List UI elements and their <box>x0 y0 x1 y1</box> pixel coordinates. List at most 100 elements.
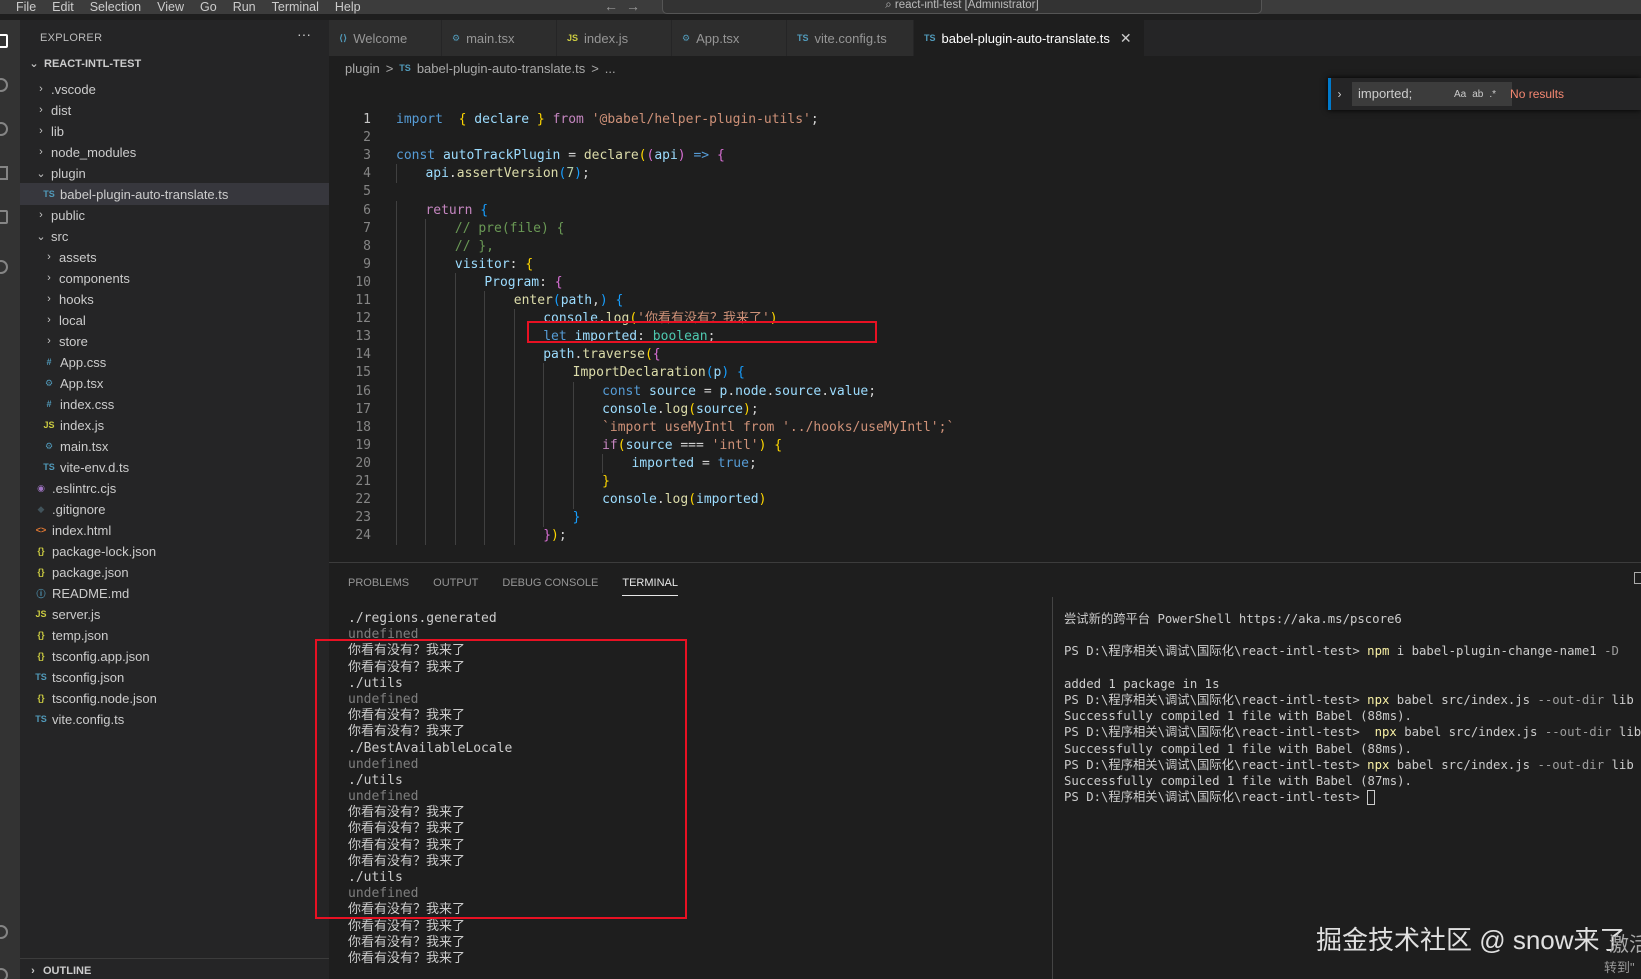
panel-tab-problems[interactable]: PROBLEMS <box>348 577 409 596</box>
find-option-toggle[interactable]: .* <box>1489 89 1496 100</box>
outline-section[interactable]: › OUTLINE <box>20 958 329 979</box>
breadcrumb-separator: > <box>385 60 394 76</box>
panel-tab-debug-console[interactable]: DEBUG CONSOLE <box>502 577 598 596</box>
file-type-icon: JS <box>43 420 55 430</box>
file-item[interactable]: <> index.html <box>20 519 329 541</box>
file-item[interactable]: ⚙ App.tsx <box>20 372 329 394</box>
file-item[interactable]: {} tsconfig.app.json <box>20 645 329 667</box>
workspace-root-label: REACT-INTL-TEST <box>44 58 142 70</box>
extensions-icon[interactable] <box>0 210 8 224</box>
tree-item-label: dist <box>51 102 72 118</box>
line-number: 3 <box>363 148 371 164</box>
file-item[interactable]: {} package.json <box>20 561 329 583</box>
line-number: 19 <box>355 437 371 453</box>
file-item[interactable]: ⓘ README.md <box>20 582 329 604</box>
file-item[interactable]: TS babel-plugin-auto-translate.ts <box>20 183 329 205</box>
terminal-line: 你看有没有？我来了 <box>348 950 466 966</box>
indent-guide <box>396 435 397 455</box>
file-item[interactable]: # App.css <box>20 351 329 373</box>
file-item[interactable]: JS server.js <box>20 603 329 625</box>
code-token: const <box>602 383 642 399</box>
activity-bar <box>0 20 20 979</box>
panel-tab-terminal[interactable]: TERMINAL <box>622 577 678 596</box>
file-item[interactable]: ◆ .gitignore <box>20 498 329 520</box>
panel-layout-icon[interactable] <box>1634 572 1641 584</box>
folder-item[interactable]: › node_modules <box>20 141 329 163</box>
code-line: 24}); <box>329 526 1641 546</box>
chevron-right-icon[interactable]: › <box>1328 78 1348 110</box>
file-item[interactable]: # index.css <box>20 393 329 415</box>
code-token: => <box>693 148 710 164</box>
code-token: ) <box>742 401 751 417</box>
file-item[interactable]: TS vite.config.ts <box>20 708 329 730</box>
terminal-output-right[interactable]: 尝试新的跨平台 PowerShell https://aka.ms/pscore… <box>1064 611 1641 806</box>
folder-item[interactable]: ⌄ src <box>20 225 329 247</box>
editor-tab[interactable]: JS index.js <box>557 20 672 56</box>
breadcrumb-item[interactable]: TS <box>399 63 411 73</box>
workspace-root[interactable]: ⌄ REACT-INTL-TEST <box>27 57 141 70</box>
folder-item[interactable]: › dist <box>20 99 329 121</box>
nav-arrows[interactable]: ←→ <box>604 0 648 14</box>
close-icon[interactable]: ✕ <box>1120 30 1132 47</box>
file-item[interactable]: JS index.js <box>20 414 329 436</box>
folder-item[interactable]: › lib <box>20 120 329 142</box>
more-actions-icon[interactable]: ··· <box>297 26 311 42</box>
activation-watermark-sub: 转到" <box>1604 960 1635 975</box>
file-item[interactable]: {} tsconfig.node.json <box>20 687 329 709</box>
account-icon[interactable] <box>0 925 8 939</box>
indent-guide <box>513 453 515 473</box>
folder-item[interactable]: › public <box>20 204 329 226</box>
code-token: ( <box>705 365 714 381</box>
editor-tab[interactable]: ⚙ main.tsx <box>442 20 557 56</box>
source-control-icon[interactable] <box>0 122 8 136</box>
menu-file[interactable]: File <box>0 1 44 14</box>
find-option-toggle[interactable]: ab <box>1472 89 1483 100</box>
file-item[interactable]: {} package-lock.json <box>20 540 329 562</box>
tab-label: vite.config.ts <box>814 30 887 46</box>
indent-guide <box>543 490 545 510</box>
run-debug-icon[interactable] <box>0 166 8 180</box>
editor-tab[interactable]: TS vite.config.ts <box>787 20 914 56</box>
menu-selection[interactable]: Selection <box>82 1 149 14</box>
breadcrumb-item[interactable]: ... <box>605 61 616 76</box>
code-token: ) <box>599 293 608 308</box>
folder-item[interactable]: ⌄ plugin <box>20 162 329 184</box>
chevron-right-icon: › <box>39 146 43 158</box>
file-item[interactable]: TS vite-env.d.ts <box>20 456 329 478</box>
explorer-icon[interactable] <box>0 34 8 48</box>
find-option-toggle[interactable]: Aa <box>1454 89 1466 100</box>
folder-item[interactable]: › assets <box>20 246 329 268</box>
menu-run[interactable]: Run <box>225 1 264 14</box>
search-icon[interactable] <box>0 78 8 92</box>
settings-gear-icon[interactable] <box>0 968 8 979</box>
editor-tab[interactable]: TS babel-plugin-auto-translate.ts ✕ <box>914 20 1145 56</box>
remote-icon[interactable] <box>0 260 8 274</box>
code-content: enter(path,) { <box>514 291 624 310</box>
menu-go[interactable]: Go <box>192 1 225 14</box>
command-center[interactable]: ⌕ react-intl-test [Administrator] <box>662 0 1262 14</box>
code-editor[interactable]: 1 import { declare } from '@babel/helper-… <box>329 110 1641 562</box>
file-item[interactable]: ◉ .eslintrc.cjs <box>20 477 329 499</box>
editor-tab[interactable]: ⚙ App.tsx <box>672 20 787 56</box>
menu-help[interactable]: Help <box>327 1 369 14</box>
breadcrumb-item[interactable]: plugin <box>345 61 380 76</box>
panel-tab-output[interactable]: OUTPUT <box>433 577 478 596</box>
file-item[interactable]: {} temp.json <box>20 624 329 646</box>
menu-view[interactable]: View <box>149 1 192 14</box>
terminal-line: ./regions.generated <box>348 611 497 626</box>
editor-tab[interactable]: ⟨⟩ Welcome <box>329 20 442 56</box>
file-item[interactable]: ⚙ main.tsx <box>20 435 329 457</box>
menu-terminal[interactable]: Terminal <box>264 1 327 14</box>
folder-item[interactable]: › store <box>20 330 329 352</box>
tree-item-label: package-lock.json <box>52 543 157 559</box>
folder-item[interactable]: › .vscode <box>20 78 329 100</box>
folder-item[interactable]: › components <box>20 267 329 289</box>
terminal-split-divider[interactable] <box>1052 597 1053 979</box>
file-item[interactable]: TS tsconfig.json <box>20 666 329 688</box>
menu-edit[interactable]: Edit <box>44 1 82 14</box>
folder-item[interactable]: › local <box>20 309 329 331</box>
folder-item[interactable]: › hooks <box>20 288 329 310</box>
breadcrumb-item[interactable]: babel-plugin-auto-translate.ts <box>417 61 585 76</box>
